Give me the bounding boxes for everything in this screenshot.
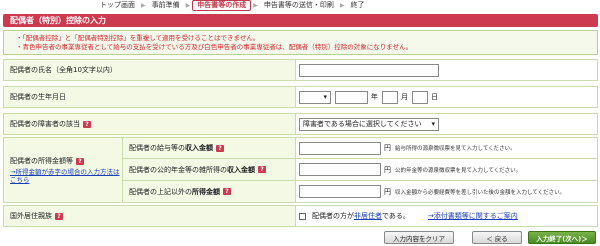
era-select[interactable]: ▾: [299, 90, 331, 104]
birth-year-input[interactable]: [335, 90, 368, 104]
disability-label-cell: 配偶者の障害者の該当 ?: [3, 113, 296, 135]
step-arrow-icon: ▶: [253, 2, 258, 9]
next-button[interactable]: 入力終了(次へ)＞: [528, 231, 596, 244]
overseas-text-post: である。: [382, 212, 410, 220]
non-resident-checkbox[interactable]: [299, 212, 306, 220]
other-hint: 収入金額から必要経費等を差し引いた後の金額を入力してください。: [395, 189, 566, 196]
name-label: 配偶者の氏名（全角10文字以内）: [3, 59, 296, 81]
overseas-row: 国外居住親族 ? 配偶者の方が 非居住者 である。 →添付書類等に関するご案内: [3, 205, 598, 227]
page-title-bar: 配偶者（特別）控除の入力: [3, 14, 598, 27]
salary-label-bold: 収入金額: [185, 144, 213, 152]
birth-day-input[interactable]: [412, 90, 428, 104]
spouse-name-input[interactable]: [299, 63, 439, 77]
birth-month-input[interactable]: [382, 90, 398, 104]
step-create-current: 申告書等の作成: [192, 0, 252, 11]
overseas-text-pre: 配偶者の方が: [312, 212, 354, 220]
help-icon[interactable]: ?: [258, 166, 266, 173]
help-icon[interactable]: ?: [83, 120, 91, 128]
other-label-cell: 配偶者の上記以外の 所得金額 ?: [123, 181, 296, 203]
overseas-label: 国外居住親族: [10, 212, 52, 220]
income-block: 配偶者の所得金額等? →所得金額が赤字の場合の入力方法はこちら 配偶者の給与等の…: [3, 137, 598, 203]
other-income-input[interactable]: [299, 185, 381, 198]
salary-hint: 給与所得の源泉徴収票を見て入力してください。: [395, 146, 516, 152]
income-label: 配偶者の所得金額等?: [10, 156, 84, 166]
salary-label: 配偶者の給与等の: [129, 144, 185, 152]
yen-unit: 円: [384, 165, 391, 174]
day-unit: 日: [431, 93, 438, 101]
notice-item: 「配偶者控除」と「配偶者特別控除」を重複して適用を受けることはできません。: [16, 34, 597, 43]
attachment-guide-link[interactable]: →添付書類等に関するご案内: [428, 211, 518, 221]
help-icon[interactable]: ?: [223, 188, 231, 195]
clear-button[interactable]: 入力内容をクリア: [384, 231, 454, 244]
salary-income-input[interactable]: [299, 141, 381, 155]
step-arrow-icon: ▶: [141, 2, 146, 9]
pension-income-input[interactable]: [299, 163, 381, 176]
step-top: トップ画面: [100, 1, 135, 9]
step-navigation: トップ画面 ▶ 事前準備 ▶ 申告書等の作成 ▶ 申告書等の送信・印刷 ▶ 終了: [96, 0, 496, 11]
notice-box: 「配偶者控除」と「配偶者特別控除」を重複して適用を受けることはできません。 青色…: [3, 30, 598, 55]
step-arrow-icon: ▶: [339, 2, 345, 9]
disability-select[interactable]: 障害者である場合に選択してください ▾: [299, 117, 439, 131]
page-title: 配偶者（特別）控除の入力: [10, 16, 106, 25]
pension-hint: 公的年金等の源泉徴収票を見て入力してください。: [395, 167, 522, 174]
year-unit: 年: [371, 93, 378, 101]
income-label-cell: 配偶者の所得金額等? →所得金額が赤字の場合の入力方法はこちら: [3, 137, 123, 203]
disability-label: 配偶者の障害者の該当: [10, 120, 80, 128]
step-send-print: 申告書等の送信・印刷: [263, 1, 334, 9]
pension-label-cell: 配偶者の公的年金等の雑所得の 収入金額 ?: [123, 159, 296, 181]
deficit-input-link[interactable]: →所得金額が赤字の場合の入力方法はこちら: [10, 168, 122, 184]
birth-label: 配偶者の生年月日: [3, 86, 296, 108]
name-row: 配偶者の氏名（全角10文字以内）: [3, 59, 598, 81]
pension-label: 配偶者の公的年金等の雑所得の: [129, 165, 227, 174]
yen-unit: 円: [384, 144, 391, 152]
overseas-label-cell: 国外居住親族 ?: [3, 205, 296, 227]
pension-label-bold: 収入金額: [227, 165, 255, 174]
notice-item: 青色申告者の事業専従者として給与の支払を受けている方及び白色申告者の事業専従者は…: [16, 43, 597, 52]
birth-row: 配偶者の生年月日 ▾ 年 月 日: [3, 86, 598, 108]
month-unit: 月: [401, 93, 408, 101]
other-label: 配偶者の上記以外の: [129, 187, 192, 196]
help-icon[interactable]: ?: [216, 144, 224, 152]
other-label-bold: 所得金額: [192, 187, 220, 196]
chevron-down-icon: ▾: [431, 120, 435, 128]
non-resident-link[interactable]: 非居住者: [354, 211, 382, 221]
chevron-down-icon: ▾: [323, 93, 327, 101]
spouse-deduction-form: 配偶者の氏名（全角10文字以内） 配偶者の生年月日 ▾ 年 月 日 配偶者の障害…: [3, 59, 598, 229]
salary-label-cell: 配偶者の給与等の 収入金額 ?: [123, 137, 296, 159]
help-icon[interactable]: ?: [76, 158, 84, 165]
help-icon[interactable]: ?: [55, 212, 63, 220]
step-preparation: 事前準備: [151, 1, 180, 9]
yen-unit: 円: [384, 187, 391, 196]
step-arrow-icon: ▶: [185, 2, 191, 9]
disability-row: 配偶者の障害者の該当 ? 障害者である場合に選択してください ▾: [3, 113, 598, 135]
disability-select-value: 障害者である場合に選択してください: [303, 120, 422, 128]
step-end: 終了: [350, 1, 365, 9]
back-button[interactable]: ＜ 戻る: [472, 231, 522, 244]
